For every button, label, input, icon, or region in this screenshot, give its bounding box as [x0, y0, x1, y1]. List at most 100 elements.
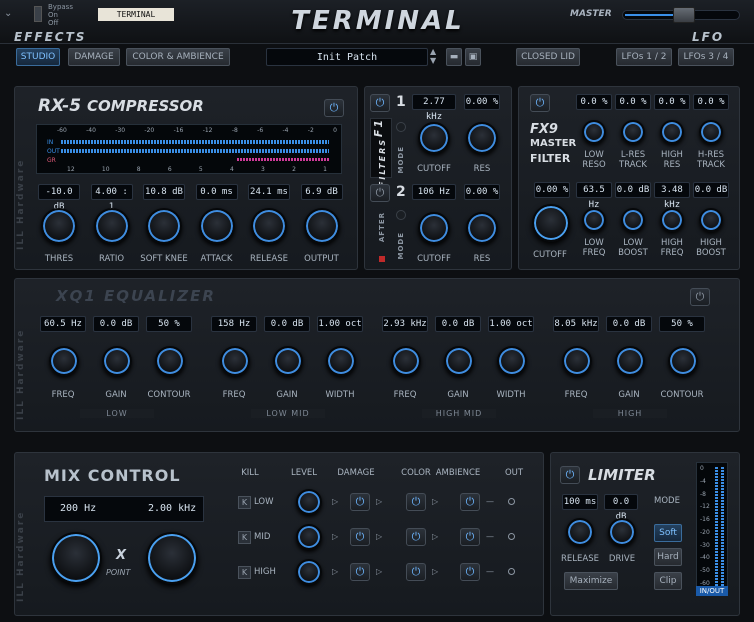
eq-band-display[interactable]: 0.0 dB	[93, 316, 139, 332]
fx9-bottom-display[interactable]: 0.0 dB	[615, 182, 651, 198]
compressor-ratio-knob[interactable]	[93, 208, 130, 244]
fx9-bottom-knob[interactable]	[660, 208, 684, 232]
compressor-output-knob[interactable]	[303, 208, 340, 244]
filter2-after-led[interactable]	[379, 256, 385, 262]
master-slider[interactable]	[622, 7, 740, 23]
eq-band-knob[interactable]	[49, 346, 79, 376]
eq-band-display[interactable]: 0.0 dB	[264, 316, 310, 332]
kill-high-button[interactable]: K	[238, 566, 251, 579]
mode-hard-button[interactable]: Hard	[654, 548, 682, 566]
menu-chevron-icon[interactable]: ⌄	[4, 8, 12, 19]
maximize-button[interactable]: Maximize	[564, 572, 618, 590]
eq-band-knob[interactable]	[668, 346, 698, 376]
fx9-top-knob[interactable]	[621, 120, 645, 144]
eq-band-display[interactable]: 0.0 dB	[606, 316, 652, 332]
save-icon[interactable]: ▣	[465, 48, 481, 66]
fx9-cutoff-knob[interactable]	[532, 204, 570, 242]
tab-studio[interactable]: STUDIO	[16, 48, 60, 66]
eq-band-display[interactable]: 158 Hz	[211, 316, 257, 332]
limiter-drive-display[interactable]: 0.0 dB	[604, 494, 638, 522]
fx9-top-display[interactable]: 0.0 %	[654, 94, 690, 110]
eq-band-display[interactable]: 50 %	[659, 316, 705, 332]
compressor-release-knob[interactable]	[251, 208, 287, 244]
mix-level-knob[interactable]	[296, 559, 322, 585]
fx9-bottom-knob[interactable]	[621, 208, 645, 232]
eq-band-knob[interactable]	[562, 346, 592, 376]
eq-band-display[interactable]: 1.00 oct	[488, 316, 534, 332]
fx9-top-knob[interactable]	[660, 120, 684, 144]
tab-color-ambience[interactable]: COLOR & AMBIENCE	[126, 48, 230, 66]
closed-lid-button[interactable]: CLOSED LID	[516, 48, 580, 66]
compressor-soft_knee-display[interactable]: 10.8 dB	[143, 184, 185, 200]
filter1-cutoff-knob[interactable]	[418, 122, 450, 154]
eq-band-knob[interactable]	[273, 346, 303, 376]
filter2-cutoff-display[interactable]: 106 Hz	[412, 184, 456, 200]
compressor-output-display[interactable]: 6.9 dB	[300, 184, 343, 200]
eq-band-knob[interactable]	[444, 346, 474, 376]
tab-lfos-3-4[interactable]: LFOs 3 / 4	[678, 48, 734, 66]
fx9-bottom-knob[interactable]	[582, 208, 606, 232]
filter2-power-button[interactable]: ⏻	[370, 184, 390, 202]
master-slider-handle[interactable]	[673, 7, 695, 23]
eq-band-knob[interactable]	[391, 346, 421, 376]
limiter-release-display[interactable]: 100 ms	[562, 494, 598, 510]
compressor-thres-display[interactable]: -10.0 dB	[38, 184, 80, 212]
limiter-power-button[interactable]: ⏻	[560, 466, 580, 484]
mix-route-power-button[interactable]: ⏻	[350, 528, 370, 546]
tab-lfos-1-2[interactable]: LFOs 1 / 2	[616, 48, 672, 66]
mix-route-power-button[interactable]: ⏻	[350, 563, 370, 581]
fx9-top-knob[interactable]	[699, 120, 723, 144]
eq-band-display[interactable]: 0.0 dB	[435, 316, 481, 332]
filter1-mode-switch[interactable]	[396, 122, 406, 132]
eq-band-display[interactable]: 2.93 kHz	[382, 316, 428, 332]
compressor-attack-display[interactable]: 0.0 ms	[195, 184, 238, 200]
filter1-res-knob[interactable]	[466, 122, 498, 154]
eq-band-display[interactable]: 1.00 oct	[317, 316, 363, 332]
mode-soft-button[interactable]: Soft	[654, 524, 682, 542]
compressor-power-button[interactable]: ⏻	[324, 99, 344, 117]
tab-damage[interactable]: DAMAGE	[68, 48, 120, 66]
eq-band-knob[interactable]	[326, 346, 356, 376]
xpoint-high-knob[interactable]	[146, 532, 198, 584]
fx9-bottom-display[interactable]: 0.0 dB	[693, 182, 729, 198]
mix-route-power-button[interactable]: ⏻	[406, 528, 426, 546]
eq-band-display[interactable]: 60.5 Hz	[40, 316, 86, 332]
fx9-top-display[interactable]: 0.0 %	[615, 94, 651, 110]
kill-low-button[interactable]: K	[238, 496, 251, 509]
compressor-soft_knee-knob[interactable]	[146, 208, 182, 244]
mix-route-power-button[interactable]: ⏻	[406, 493, 426, 511]
patch-display[interactable]: Init Patch	[266, 48, 428, 66]
eq-band-display[interactable]: 8.05 kHz	[553, 316, 599, 332]
xpoint-low-knob[interactable]	[50, 532, 102, 584]
fx9-power-button[interactable]: ⏻	[530, 94, 550, 112]
eq-band-knob[interactable]	[220, 346, 250, 376]
mix-level-knob[interactable]	[296, 489, 322, 515]
fx9-cutoff-display[interactable]: 0.00 %	[534, 182, 570, 198]
eq-band-display[interactable]: 50 %	[146, 316, 192, 332]
mix-low-freq[interactable]: 200 Hz	[60, 503, 96, 514]
folder-icon[interactable]: ▬	[446, 48, 462, 66]
eq-band-knob[interactable]	[615, 346, 645, 376]
filter1-cutoff-display[interactable]: 2.77 kHz	[412, 94, 456, 122]
compressor-attack-knob[interactable]	[198, 208, 235, 244]
fx9-bottom-knob[interactable]	[699, 208, 723, 232]
bypass-switch[interactable]	[34, 6, 42, 22]
fx9-top-display[interactable]: 0.0 %	[576, 94, 612, 110]
eq-band-knob[interactable]	[497, 346, 527, 376]
eq-band-knob[interactable]	[102, 346, 132, 376]
filter2-cutoff-knob[interactable]	[418, 212, 450, 244]
mix-high-freq[interactable]: 2.00 kHz	[148, 503, 196, 514]
mode-clip-button[interactable]: Clip	[654, 572, 682, 590]
filter2-res-knob[interactable]	[466, 212, 498, 244]
fx9-bottom-display[interactable]: 3.48 kHz	[654, 182, 690, 210]
kill-mid-button[interactable]: K	[238, 531, 251, 544]
compressor-ratio-display[interactable]: 4.00 : 1	[90, 184, 133, 212]
fx9-top-display[interactable]: 0.0 %	[693, 94, 729, 110]
compressor-release-display[interactable]: 24.1 ms	[248, 184, 290, 200]
mix-route-power-button[interactable]: ⏻	[460, 528, 480, 546]
filter1-power-button[interactable]: ⏻	[370, 94, 390, 112]
eq-power-button[interactable]: ⏻	[690, 288, 710, 306]
mix-route-power-button[interactable]: ⏻	[350, 493, 370, 511]
limiter-release-knob[interactable]	[566, 518, 594, 546]
mix-route-power-button[interactable]: ⏻	[460, 563, 480, 581]
